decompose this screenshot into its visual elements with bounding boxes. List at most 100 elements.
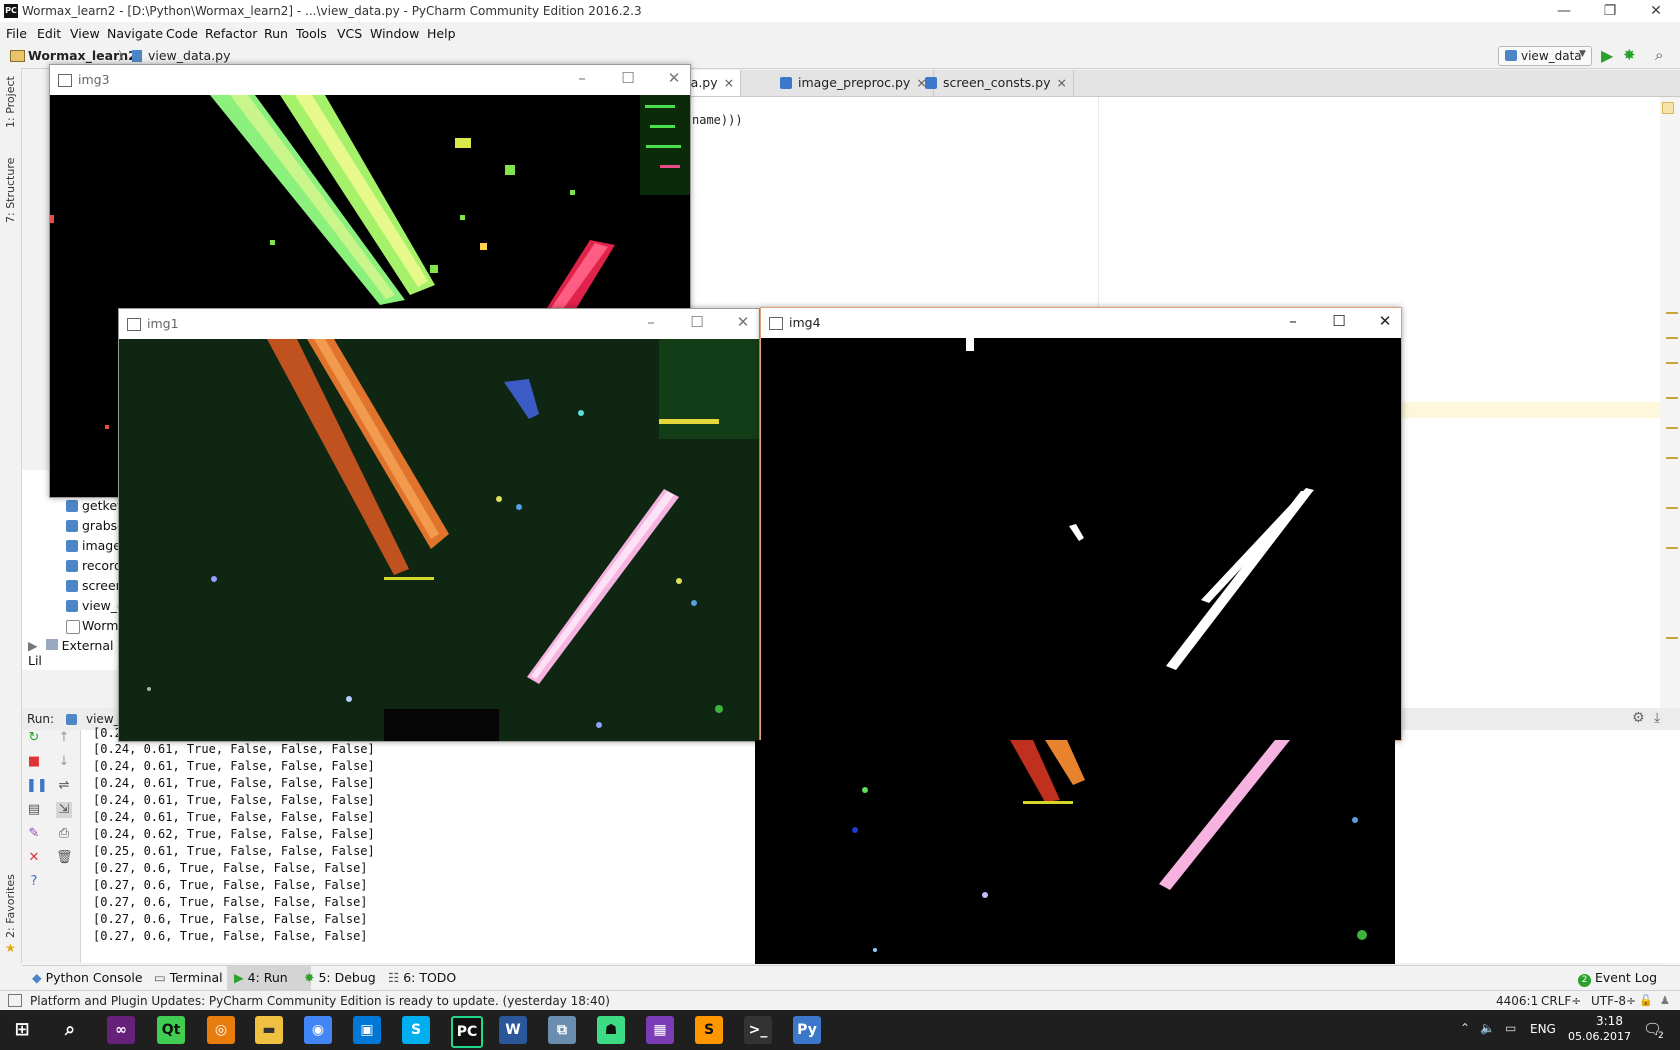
- word-icon[interactable]: W: [499, 1016, 527, 1044]
- windows-start-icon[interactable]: ⊞: [8, 1016, 36, 1044]
- minimize-button[interactable]: –: [568, 69, 596, 87]
- network-tray-icon[interactable]: ▭: [1505, 1021, 1516, 1035]
- menu-edit[interactable]: Edit: [37, 26, 61, 41]
- gear-icon[interactable]: ⚙: [1632, 710, 1645, 726]
- network-icon[interactable]: ⧉: [548, 1016, 576, 1044]
- pycharm-icon[interactable]: PC: [451, 1016, 483, 1048]
- img4-window[interactable]: img4 – ☐ ✕: [760, 307, 1402, 741]
- menu-tools[interactable]: Tools: [296, 26, 327, 41]
- search-icon[interactable]: ⌕: [56, 1016, 84, 1044]
- tab-debug[interactable]: ✸ 5: Debug: [304, 970, 376, 985]
- tool-window-project[interactable]: 1: Project: [4, 76, 17, 128]
- menu-view[interactable]: View: [70, 26, 100, 41]
- visual-studio-icon[interactable]: ∞: [107, 1016, 135, 1044]
- menu-help[interactable]: Help: [427, 26, 456, 41]
- tab-todo[interactable]: ☷ 6: TODO: [388, 970, 456, 985]
- warning-marker-icon: [1662, 102, 1674, 114]
- tab-label: screen_consts.py: [943, 75, 1051, 90]
- run-config-select[interactable]: view_data ▼: [1498, 46, 1592, 66]
- maximize-button[interactable]: ☐: [1325, 312, 1353, 330]
- pin-icon[interactable]: ✎: [26, 826, 42, 842]
- clock-time[interactable]: 3:18: [1596, 1014, 1623, 1028]
- tool-window-favorites[interactable]: 2: Favorites: [4, 874, 17, 938]
- tab-screen-consts[interactable]: screen_consts.py ×: [919, 70, 1074, 96]
- line-separator[interactable]: CRLF÷: [1541, 994, 1581, 1008]
- maximize-button[interactable]: ☐: [683, 313, 711, 331]
- blender-icon[interactable]: ◎: [207, 1016, 235, 1044]
- img4-canvas: [761, 338, 1401, 740]
- debug-bug-icon[interactable]: ✸: [1623, 46, 1636, 64]
- file-explorer-icon[interactable]: ▬: [255, 1016, 283, 1044]
- close-tab-icon[interactable]: ×: [724, 75, 734, 90]
- panel-toggle-icon[interactable]: [8, 994, 22, 1007]
- terminal-icon[interactable]: >_: [744, 1016, 772, 1044]
- android-icon[interactable]: ☗: [597, 1016, 625, 1044]
- qt-creator-icon[interactable]: Qt: [157, 1016, 185, 1044]
- rerun-icon[interactable]: ↻: [26, 730, 42, 746]
- minimize-button[interactable]: —: [1541, 0, 1587, 22]
- window-titlebar: PC Wormax_learn2 - [D:\Python\Wormax_lea…: [0, 0, 1680, 22]
- python-icon[interactable]: Py: [793, 1016, 821, 1044]
- run-icon[interactable]: ▶: [1601, 46, 1613, 65]
- cursor-position[interactable]: 4406:1: [1496, 994, 1538, 1008]
- chrome-icon[interactable]: ◉: [304, 1016, 332, 1044]
- close-button[interactable]: ✕: [729, 313, 757, 331]
- search-icon[interactable]: ⌕: [1655, 46, 1663, 64]
- scroll-up-icon[interactable]: ↑: [56, 730, 72, 746]
- close-button[interactable]: ✕: [1371, 312, 1399, 330]
- console-line: [0.25, 0.61, True, False, False, False]: [93, 844, 375, 858]
- soft-wrap-icon[interactable]: ⇌: [56, 778, 72, 794]
- status-message[interactable]: Platform and Plugin Updates: PyCharm Com…: [30, 994, 610, 1008]
- store-icon[interactable]: ▣: [353, 1016, 381, 1044]
- hide-panel-icon[interactable]: ⤓: [1654, 710, 1660, 726]
- tab-image-preproc[interactable]: image_preproc.py ×: [774, 70, 934, 96]
- breadcrumb-file[interactable]: view_data.py: [148, 48, 231, 63]
- restore-button[interactable]: ❐: [1587, 0, 1633, 22]
- tree-external-libraries[interactable]: ▶ External Lil: [28, 638, 122, 668]
- pause-icon[interactable]: ❚❚: [26, 778, 48, 794]
- menu-window[interactable]: Window: [370, 26, 419, 41]
- menu-code[interactable]: Code: [166, 26, 198, 41]
- chevron-up-icon[interactable]: ⌃: [1460, 1021, 1470, 1035]
- print-icon[interactable]: ⎙: [56, 826, 72, 842]
- help-icon[interactable]: ?: [26, 874, 42, 890]
- tab-terminal[interactable]: ▭ Terminal: [154, 970, 223, 985]
- volume-icon[interactable]: 🔈: [1480, 1021, 1495, 1035]
- close-tab-icon[interactable]: ×: [1056, 75, 1066, 90]
- scroll-down-icon[interactable]: ↓: [56, 754, 72, 770]
- sublime-icon[interactable]: S: [695, 1016, 723, 1044]
- editor-tabs: ew_data.py× image_preproc.py× screen_con…: [640, 70, 1680, 97]
- event-log[interactable]: 2 Event Log: [1578, 970, 1657, 987]
- img4-titlebar[interactable]: img4 – ☐ ✕: [761, 308, 1401, 338]
- close-button[interactable]: ✕: [1633, 0, 1679, 22]
- menu-run[interactable]: Run: [264, 26, 288, 41]
- menu-refactor[interactable]: Refactor: [205, 26, 257, 41]
- rar-icon[interactable]: ▦: [646, 1016, 674, 1044]
- menu-navigate[interactable]: Navigate: [107, 26, 163, 41]
- lock-icon[interactable]: 🔓: [1639, 994, 1653, 1007]
- clock-date[interactable]: 05.06.2017: [1568, 1030, 1631, 1043]
- minimize-button[interactable]: –: [637, 313, 665, 331]
- python-console-icon: ◆: [32, 970, 46, 985]
- img3-titlebar[interactable]: img3 – ☐ ✕: [50, 65, 690, 95]
- file-encoding[interactable]: UTF-8÷: [1591, 994, 1636, 1008]
- img1-window[interactable]: img1 – ☐ ✕: [118, 308, 760, 742]
- tab-run[interactable]: ▶ 4: Run: [234, 970, 288, 985]
- tab-python-console[interactable]: ◆ Python Console: [32, 970, 143, 985]
- inspector-icon[interactable]: ♟: [1660, 994, 1670, 1007]
- skype-icon[interactable]: S: [402, 1016, 430, 1044]
- img1-titlebar[interactable]: img1 – ☐ ✕: [119, 309, 759, 339]
- layout-icon[interactable]: ▤: [26, 802, 42, 818]
- tool-window-structure[interactable]: 7: Structure: [4, 158, 17, 223]
- stop-icon[interactable]: ■: [26, 754, 42, 770]
- trash-icon[interactable]: 🗑: [56, 850, 73, 866]
- scroll-to-end-icon[interactable]: ⇲: [56, 802, 72, 818]
- minimize-button[interactable]: –: [1279, 312, 1307, 330]
- left-tool-strip: 1: Project 7: Structure 2: Favorites ★: [0, 68, 22, 963]
- language-indicator[interactable]: ENG: [1530, 1022, 1556, 1036]
- menu-file[interactable]: File: [6, 26, 27, 41]
- close-icon[interactable]: ✕: [26, 850, 42, 866]
- close-button[interactable]: ✕: [660, 69, 688, 87]
- maximize-button[interactable]: ☐: [614, 69, 642, 87]
- menu-vcs[interactable]: VCS: [337, 26, 362, 41]
